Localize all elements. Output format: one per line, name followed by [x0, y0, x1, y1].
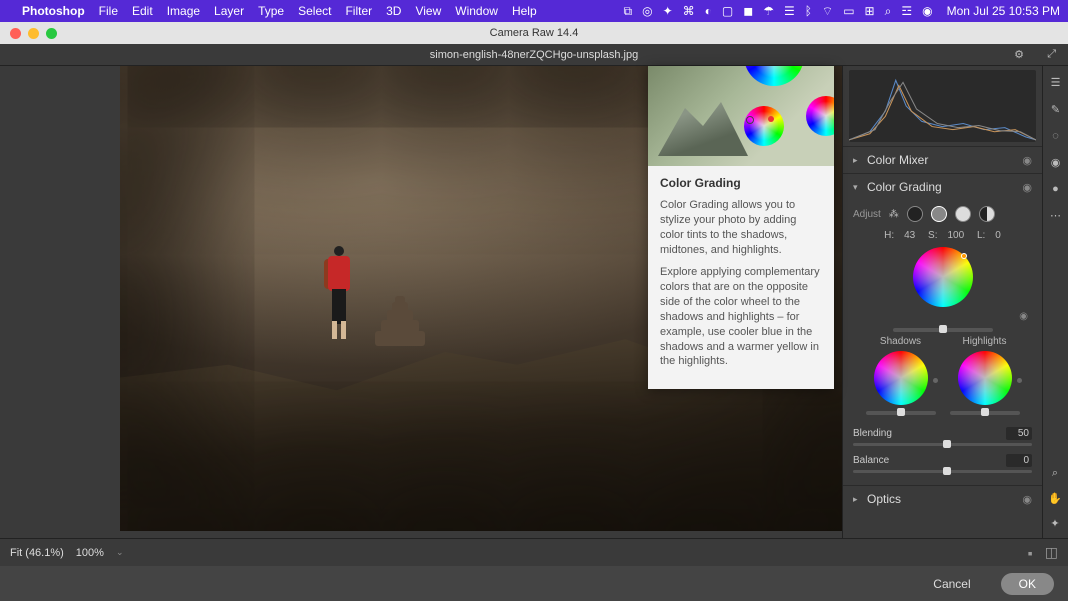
three-way-mode-icon[interactable]: ⁂	[889, 209, 899, 220]
date-icon[interactable]: ⊞	[865, 4, 875, 18]
before-after-view-icon[interactable]: ◫	[1045, 544, 1058, 561]
umbrella-icon[interactable]: ☂	[763, 4, 774, 18]
menu-3d[interactable]: 3D	[386, 4, 401, 18]
midtones-target-button[interactable]	[931, 206, 947, 222]
adjust-label: Adjust	[853, 209, 881, 220]
section-label: Optics	[867, 492, 1022, 506]
chevron-right-icon: ▸	[853, 155, 867, 166]
balance-slider[interactable]	[853, 470, 1032, 473]
menu-window[interactable]: Window	[455, 4, 498, 18]
balance-row: Balance 0	[853, 454, 1032, 467]
hand-tool-icon[interactable]: ✋	[1048, 492, 1062, 505]
color-grading-body: Adjust ⁂ H:43 S:100 L:0 ◉	[843, 200, 1042, 485]
midtones-luminance-slider[interactable]	[893, 328, 993, 332]
popup-paragraph-1: Color Grading allows you to stylize your…	[660, 198, 822, 257]
highlights-wheel[interactable]	[950, 351, 1020, 415]
zoom-100-button[interactable]: 100%	[76, 547, 104, 559]
color-grading-info-popup: Color Grading Color Grading allows you t…	[648, 66, 834, 389]
ok-button[interactable]: OK	[1001, 573, 1054, 595]
display-icon[interactable]: ▢	[722, 4, 733, 18]
app-name[interactable]: Photoshop	[22, 4, 85, 18]
app1-icon[interactable]: ⌘	[683, 4, 695, 18]
menu-filter[interactable]: Filter	[345, 4, 372, 18]
blending-value[interactable]: 50	[1006, 427, 1032, 440]
visibility-eye-icon[interactable]: ◉	[1022, 493, 1032, 506]
section-color-mixer[interactable]: ▸ Color Mixer ◉	[843, 146, 1042, 173]
search-icon[interactable]: ⌕	[885, 4, 892, 19]
preview-eye-icon[interactable]: ◉	[1019, 311, 1028, 322]
shadows-label: Shadows	[880, 336, 921, 347]
mac-status-icons: ⧉ ◎ ✦ ⌘ ◐ ▢ ◼ ☂ ☰ ᛒ ⌔ ▭ ⊞ ⌕ ☲ ◉	[624, 4, 933, 19]
popup-paragraph-2: Explore applying complementary colors th…	[660, 265, 822, 369]
shadows-target-button[interactable]	[907, 206, 923, 222]
siri-icon[interactable]: ◉	[922, 4, 932, 18]
target-adjust-icon[interactable]: ◌	[1052, 130, 1059, 142]
settings-gear-icon[interactable]: ⚙	[1014, 48, 1024, 61]
sync-icon[interactable]: ✦	[663, 4, 673, 18]
balance-label: Balance	[853, 455, 907, 466]
control-center-icon[interactable]: ☲	[901, 4, 912, 18]
popup-title: Color Grading	[660, 176, 822, 190]
adjustments-panel: ▸ Color Mixer ◉ ▾ Color Grading ◉ Adjust…	[842, 66, 1042, 601]
eye-visibility-icon[interactable]: ◉	[1051, 156, 1061, 169]
mac-menu-bar: Photoshop File Edit Image Layer Type Sel…	[0, 0, 1068, 22]
blending-row: Blending 50	[853, 427, 1032, 440]
visibility-eye-icon[interactable]: ◉	[1022, 181, 1032, 194]
global-target-button[interactable]	[979, 206, 995, 222]
bluetooth-icon[interactable]: ᛒ	[805, 4, 812, 18]
zoom-dropdown-icon[interactable]: ⌄	[116, 547, 124, 558]
shadows-luminance-slider[interactable]	[866, 411, 936, 415]
menu-file[interactable]: File	[99, 4, 118, 18]
masking-icon[interactable]: ●	[1052, 183, 1059, 195]
menu-view[interactable]: View	[415, 4, 441, 18]
filename-label: simon-english-48nerZQCHgo-unsplash.jpg	[0, 49, 1068, 61]
balance-value[interactable]: 0	[1006, 454, 1032, 467]
menu-image[interactable]: Image	[167, 4, 200, 18]
cloud-icon[interactable]: ◎	[642, 4, 652, 18]
app2-icon[interactable]: ◐	[705, 4, 712, 18]
zoom-tool-icon[interactable]: ⌕	[1052, 467, 1058, 480]
popup-illustration	[648, 66, 834, 166]
single-view-icon[interactable]: ▪	[1028, 545, 1033, 561]
menu-type[interactable]: Type	[258, 4, 284, 18]
battery-icon[interactable]: ▭	[843, 4, 854, 18]
blending-slider[interactable]	[853, 443, 1032, 446]
window-title-bar: Camera Raw 14.4	[0, 22, 1068, 44]
menu-icon[interactable]: ☰	[784, 4, 795, 18]
highlights-label: Highlights	[963, 336, 1007, 347]
zoom-fit-label[interactable]: Fit (46.1%)	[10, 547, 64, 559]
more-options-icon[interactable]: ⋯	[1050, 209, 1061, 222]
record-icon[interactable]: ⧉	[624, 4, 633, 19]
wifi-icon[interactable]: ⌔	[822, 4, 833, 19]
window-title: Camera Raw 14.4	[0, 27, 1068, 39]
hsl-readout: H:43 S:100 L:0	[853, 230, 1032, 241]
highlights-target-button[interactable]	[955, 206, 971, 222]
menu-help[interactable]: Help	[512, 4, 537, 18]
menubar-datetime[interactable]: Mon Jul 25 10:53 PM	[947, 4, 1060, 18]
blending-label: Blending	[853, 428, 907, 439]
highlights-luminance-slider[interactable]	[950, 411, 1020, 415]
chevron-down-icon: ▾	[853, 182, 867, 193]
menu-layer[interactable]: Layer	[214, 4, 244, 18]
midtones-wheel[interactable]: ◉	[853, 247, 1032, 332]
shadows-wheel[interactable]	[866, 351, 936, 415]
menu-select[interactable]: Select	[298, 4, 331, 18]
menu-edit[interactable]: Edit	[132, 4, 153, 18]
chevron-right-icon: ▸	[853, 494, 867, 505]
section-color-grading[interactable]: ▾ Color Grading ◉	[843, 173, 1042, 200]
section-label: Color Mixer	[867, 153, 1022, 167]
edit-sliders-icon[interactable]: ☰	[1051, 76, 1061, 89]
bookmark-icon[interactable]: ◼	[743, 4, 753, 18]
color-sampler-icon[interactable]: ✦	[1050, 517, 1059, 530]
section-optics[interactable]: ▸ Optics ◉	[843, 485, 1042, 512]
fullscreen-toggle-icon[interactable]: ⤢	[1047, 48, 1056, 61]
eyedropper-icon[interactable]: ✎	[1051, 103, 1060, 116]
cancel-button[interactable]: Cancel	[915, 573, 988, 595]
dialog-button-row: Cancel OK	[0, 566, 1068, 601]
bottom-status-bar: Fit (46.1%) 100% ⌄ ▪ ◫	[0, 538, 1068, 566]
histogram[interactable]	[849, 70, 1036, 142]
section-label: Color Grading	[867, 180, 1022, 194]
document-header: simon-english-48nerZQCHgo-unsplash.jpg ⚙…	[0, 44, 1068, 66]
visibility-eye-icon[interactable]: ◉	[1022, 154, 1032, 167]
